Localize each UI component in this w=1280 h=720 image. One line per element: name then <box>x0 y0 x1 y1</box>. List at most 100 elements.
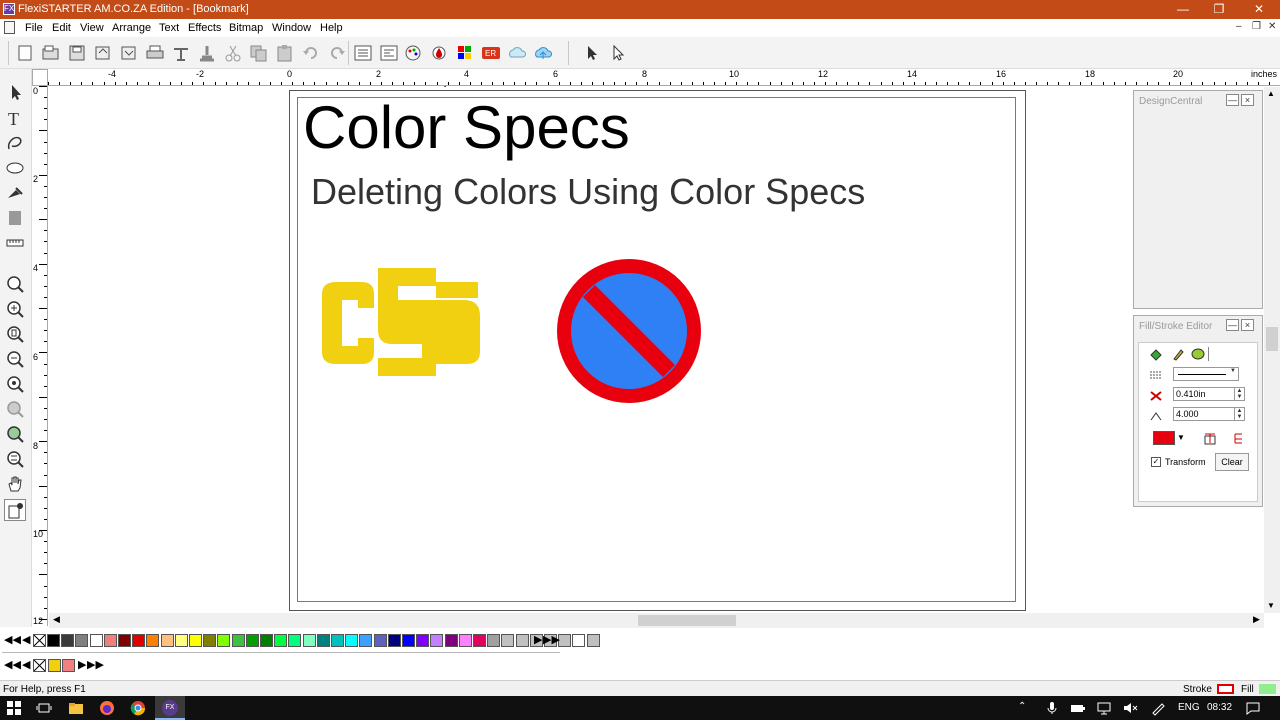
task-view-icon[interactable] <box>36 700 52 716</box>
palette-swatch[interactable] <box>118 634 131 647</box>
fill-bucket-icon[interactable] <box>1149 347 1163 361</box>
no-color-swatch[interactable] <box>33 659 46 672</box>
horizontal-ruler[interactable]: -4 -2 0 2 4 6 8 10 12 14 16 18 20 inches <box>48 69 1280 86</box>
color-specs-icon[interactable] <box>428 43 450 63</box>
doc-palette-first-icon[interactable]: ◀◀ <box>4 658 21 672</box>
palette-swatch[interactable] <box>75 634 89 647</box>
redo-icon[interactable] <box>326 43 348 63</box>
clock[interactable]: 08:32 <box>1207 702 1232 713</box>
doc-close-button[interactable]: ✕ <box>1268 21 1276 32</box>
stroke-width-field[interactable]: 0.410in ▲ ▼ <box>1173 387 1245 401</box>
job-list-icon[interactable] <box>378 43 400 63</box>
palette-swatch[interactable] <box>203 634 217 647</box>
er-icon[interactable]: ER <box>480 43 502 63</box>
zoom-tool-icon[interactable] <box>4 273 26 295</box>
ellipse-tool-icon[interactable] <box>4 157 26 179</box>
palette-swatch[interactable] <box>61 634 75 647</box>
palette-swatch[interactable] <box>288 634 302 647</box>
scroll-down-arrow-icon[interactable]: ▼ <box>1267 601 1275 610</box>
document-color-swatch[interactable] <box>62 659 75 672</box>
app-icon[interactable]: FX <box>3 3 15 15</box>
palette-swatch[interactable] <box>217 634 231 647</box>
palette-swatch[interactable] <box>345 634 359 647</box>
stroke-width-spinner[interactable]: ▲ ▼ <box>1234 388 1244 400</box>
new-file-icon[interactable] <box>14 43 36 63</box>
transparency-icon[interactable] <box>1191 347 1209 361</box>
close-button[interactable]: ✕ <box>1240 0 1278 19</box>
panel-minimize-button[interactable]: — <box>1226 319 1239 331</box>
stroke-position-inside-icon[interactable] <box>1231 431 1245 445</box>
palette-first-icon[interactable]: ◀◀ <box>4 633 21 647</box>
vertical-scroll-thumb[interactable] <box>1266 327 1278 351</box>
zoom-in-icon[interactable] <box>4 298 26 320</box>
palette-swatch[interactable] <box>316 634 330 647</box>
vertical-scrollbar[interactable]: ▲ ▼ <box>1264 87 1280 613</box>
firefox-icon[interactable] <box>99 700 115 716</box>
palette-swatch[interactable] <box>572 634 586 647</box>
import-icon[interactable] <box>92 43 114 63</box>
palette-last-icon[interactable]: ▶▶ <box>543 633 560 647</box>
zoom-page-icon[interactable] <box>4 323 26 345</box>
copy-icon[interactable] <box>248 43 270 63</box>
cloud-upload-icon[interactable] <box>532 43 554 63</box>
line-style-dropdown[interactable]: ▼ <box>1173 367 1239 381</box>
palette-swatch[interactable] <box>274 634 288 647</box>
save-icon[interactable] <box>66 43 88 63</box>
palette-swatch[interactable] <box>444 634 458 647</box>
production-manager-icon[interactable] <box>352 43 374 63</box>
pen-tool-icon[interactable] <box>4 182 26 204</box>
color-palette-icon[interactable] <box>402 43 424 63</box>
notifications-icon[interactable] <box>1245 700 1261 716</box>
send-icon[interactable] <box>196 43 218 63</box>
print-icon[interactable] <box>144 43 166 63</box>
menu-file[interactable]: File <box>25 21 43 35</box>
palette-swatch[interactable] <box>47 634 60 647</box>
doc-palette-last-icon[interactable]: ▶▶ <box>87 658 104 672</box>
scroll-up-arrow-icon[interactable]: ▲ <box>1267 89 1275 98</box>
battery-icon[interactable] <box>1070 700 1086 716</box>
palette-swatch[interactable] <box>189 634 202 647</box>
palette-swatch[interactable] <box>558 634 572 647</box>
export-icon[interactable] <box>118 43 140 63</box>
palette-swatch[interactable] <box>515 634 529 647</box>
palette-prev-icon[interactable]: ◀ <box>22 633 30 647</box>
horizontal-scroll-thumb[interactable] <box>638 615 736 626</box>
palette-swatch[interactable] <box>458 634 472 647</box>
select-arrow-icon[interactable] <box>580 43 602 63</box>
palette-swatch[interactable] <box>160 634 174 647</box>
panel-close-button[interactable]: × <box>1241 319 1254 331</box>
subtitle-text-object[interactable]: Deleting Colors Using Color Specs <box>311 172 865 212</box>
menu-edit[interactable]: Edit <box>52 21 71 35</box>
palette-swatch[interactable] <box>146 634 160 647</box>
minimize-button[interactable]: — <box>1164 0 1202 19</box>
miter-limit-field[interactable]: 4.000 ▲ ▼ <box>1173 407 1245 421</box>
palette-swatch[interactable] <box>174 634 188 647</box>
shape-tool-icon[interactable] <box>4 132 26 154</box>
scissors-icon[interactable] <box>222 43 244 63</box>
no-parking-sign-graphic[interactable] <box>555 257 703 405</box>
menu-text[interactable]: Text <box>159 21 179 35</box>
swatch-grid-icon[interactable] <box>454 43 476 63</box>
zoom-all-icon[interactable] <box>4 423 26 445</box>
microphone-icon[interactable] <box>1044 700 1060 716</box>
menu-view[interactable]: View <box>80 21 104 35</box>
pen-stroke-icon[interactable] <box>1171 347 1185 361</box>
scroll-right-arrow-icon[interactable]: ▶ <box>1253 614 1260 625</box>
flexi-taskbar-button[interactable]: FX <box>155 696 185 720</box>
palette-swatch[interactable] <box>430 634 444 647</box>
doc-palette-prev-icon[interactable]: ◀ <box>22 658 30 672</box>
zoom-fit-icon[interactable] <box>4 448 26 470</box>
menu-help[interactable]: Help <box>320 21 343 35</box>
palette-swatch[interactable] <box>89 634 103 647</box>
language-indicator[interactable]: ENG <box>1178 702 1200 713</box>
stroke-position-outside-icon[interactable] <box>1203 431 1217 445</box>
palette-swatch[interactable] <box>103 634 117 647</box>
show-hidden-icons-icon[interactable]: ⌃ <box>1018 701 1026 712</box>
panel-minimize-button[interactable]: — <box>1226 94 1239 106</box>
palette-swatch[interactable] <box>359 634 373 647</box>
zoom-out-icon[interactable] <box>4 348 26 370</box>
stroke-color-swatch[interactable] <box>1153 431 1175 445</box>
chrome-icon[interactable] <box>130 700 146 716</box>
stroke-color-dropdown[interactable]: ▼ <box>1177 433 1185 442</box>
fill-tool-icon[interactable] <box>4 207 26 229</box>
